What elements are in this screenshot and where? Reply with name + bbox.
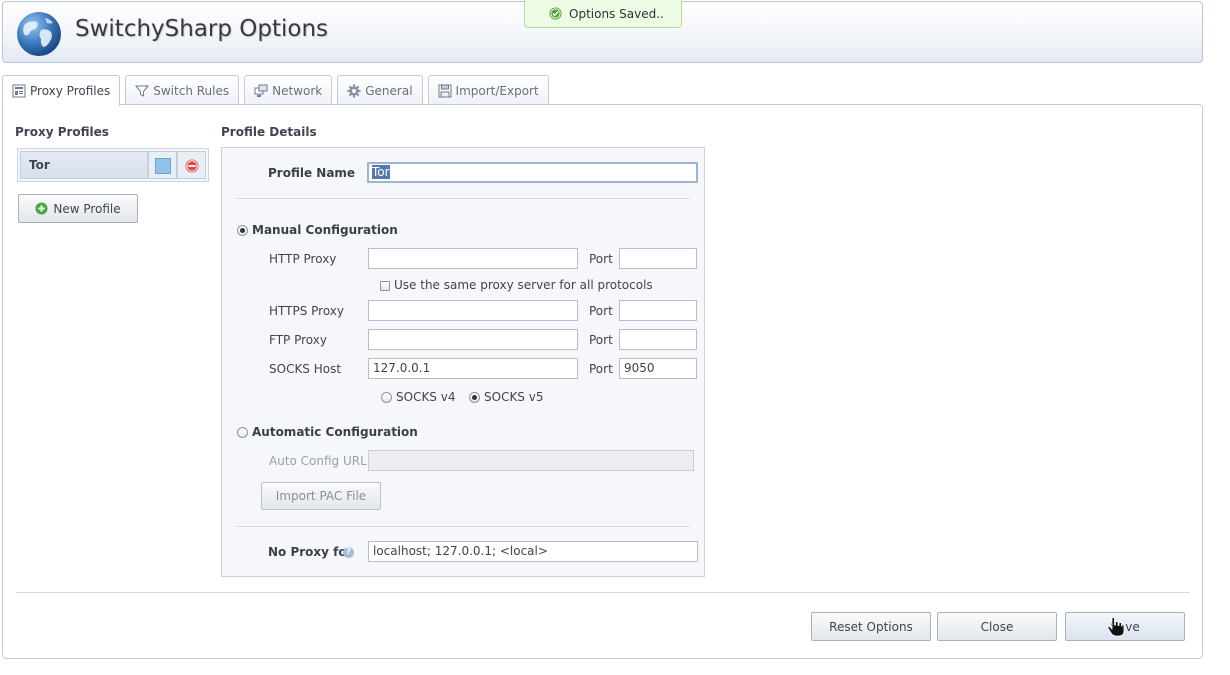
http-proxy-input[interactable]	[368, 248, 578, 269]
network-icon	[254, 84, 268, 97]
https-port-input[interactable]	[619, 300, 697, 321]
tab-import-export[interactable]: Import/Export	[427, 75, 549, 105]
socks-v5-radio[interactable]	[469, 392, 480, 403]
socks-v4-radio[interactable]	[381, 392, 392, 403]
profile-details-heading: Profile Details	[221, 125, 317, 139]
tab-bar: Proxy Profiles Switch Rules Network Gene…	[2, 75, 554, 106]
http-proxy-label: HTTP Proxy	[269, 252, 337, 266]
no-proxy-label: No Proxy for	[268, 545, 353, 559]
proxy-profiles-panel: Proxy Profiles Tor New Profile Profile D…	[2, 104, 1203, 659]
options-saved-toast: Options Saved..	[524, 0, 682, 28]
auto-config-label: Automatic Configuration	[252, 425, 418, 439]
auto-config-radio[interactable]	[237, 427, 248, 438]
close-button[interactable]: Close	[937, 612, 1057, 641]
toast-message: Options Saved..	[569, 6, 664, 21]
manual-config-label: Manual Configuration	[252, 223, 398, 237]
ftp-port-input[interactable]	[619, 329, 697, 350]
socks-v5-label: SOCKS v5	[484, 390, 544, 404]
gear-icon	[347, 84, 361, 97]
auto-config-url-input[interactable]	[368, 450, 694, 471]
delete-profile-button[interactable]	[177, 151, 206, 179]
tab-network[interactable]: Network	[244, 75, 333, 105]
auto-config-url-label: Auto Config URL	[269, 454, 367, 468]
tab-label: Proxy Profiles	[30, 84, 111, 98]
http-port-label: Port	[589, 252, 613, 266]
no-proxy-input[interactable]: localhost; 127.0.0.1; <local>	[368, 541, 698, 562]
tab-switch-rules[interactable]: Switch Rules	[125, 75, 240, 105]
tab-label: Import/Export	[455, 83, 539, 98]
profile-name-label: Profile Name	[268, 166, 356, 180]
new-profile-label: New Profile	[53, 201, 121, 216]
same-proxy-label: Use the same proxy server for all protoc…	[394, 278, 653, 292]
socks-v4-label: SOCKS v4	[396, 390, 456, 404]
proxy-profiles-heading: Proxy Profiles	[15, 125, 109, 139]
tab-proxy-profiles[interactable]: Proxy Profiles	[2, 75, 121, 106]
manual-config-radio[interactable]	[237, 225, 248, 236]
new-profile-button[interactable]: New Profile	[18, 194, 138, 223]
app-title: SwitchySharp Options	[75, 16, 329, 42]
filter-icon	[135, 85, 150, 97]
socks-port-label: Port	[589, 362, 613, 376]
color-swatch[interactable]	[155, 158, 172, 174]
profile-name-cell[interactable]: Tor	[20, 151, 149, 179]
help-icon[interactable]: ?	[343, 547, 354, 558]
ftp-proxy-input[interactable]	[368, 329, 578, 350]
save-button[interactable]: Save	[1065, 612, 1185, 641]
socks-host-input[interactable]: 127.0.0.1	[368, 358, 578, 379]
https-proxy-input[interactable]	[368, 300, 578, 321]
add-icon	[35, 202, 48, 215]
reset-options-button[interactable]: Reset Options	[811, 612, 931, 641]
profile-name-input[interactable]: Tor	[367, 162, 698, 183]
checkmark-icon	[549, 7, 562, 20]
remove-icon	[185, 159, 199, 173]
profile-list: Tor	[17, 148, 209, 182]
globe-logo-icon	[17, 12, 61, 56]
hand-cursor-icon	[1107, 617, 1125, 637]
import-pac-file-button[interactable]: Import PAC File	[261, 482, 381, 510]
socks-host-label: SOCKS Host	[269, 362, 342, 376]
list-item[interactable]: Tor	[20, 151, 206, 179]
profile-name-value: Tor	[372, 165, 390, 179]
tab-label: General	[365, 83, 413, 98]
tab-general[interactable]: General	[337, 75, 423, 105]
disk-icon	[438, 84, 452, 97]
profile-color-cell[interactable]	[148, 151, 178, 179]
divider	[236, 526, 690, 527]
tab-label: Switch Rules	[153, 83, 230, 98]
socks-port-input[interactable]: 9050	[619, 358, 697, 379]
divider	[236, 198, 690, 199]
tab-label: Network	[272, 83, 323, 98]
footer-divider	[16, 592, 1190, 593]
https-proxy-label: HTTPS Proxy	[269, 304, 345, 318]
ftp-port-label: Port	[589, 333, 613, 347]
profile-details-box: Profile Name Tor Manual Configuration HT…	[221, 147, 705, 577]
https-port-label: Port	[589, 304, 613, 318]
http-port-input[interactable]	[619, 248, 697, 269]
same-proxy-checkbox[interactable]	[380, 281, 390, 291]
profiles-icon	[12, 84, 26, 98]
ftp-proxy-label: FTP Proxy	[269, 333, 327, 347]
